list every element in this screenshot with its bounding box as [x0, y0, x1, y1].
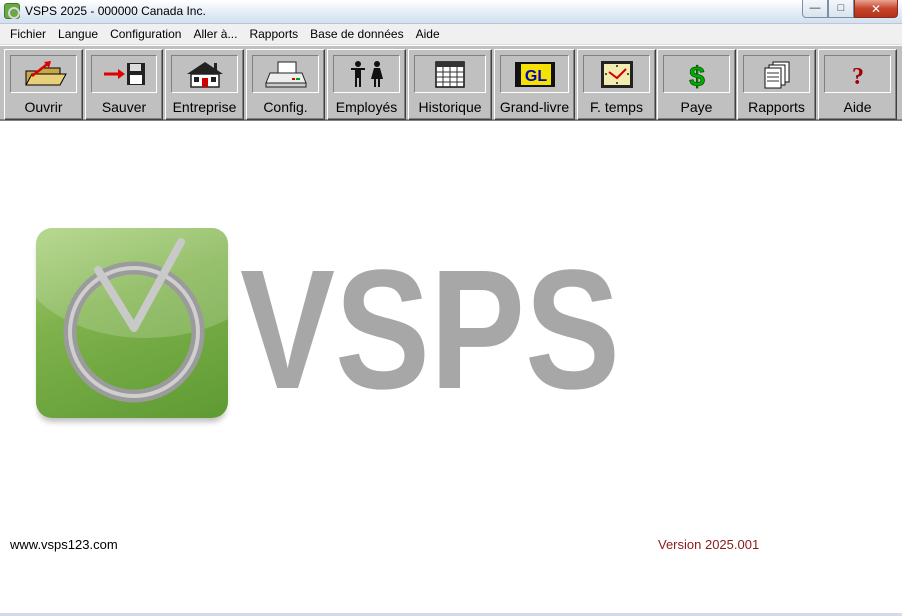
website-link[interactable]: www.vsps123.com [10, 537, 118, 552]
f-temps-button[interactable]: F. temps [577, 49, 656, 120]
vsps-word: VSPS [240, 238, 620, 408]
printer-icon [264, 61, 307, 88]
calendar-icon [435, 61, 465, 88]
historique-label: Historique [418, 99, 482, 115]
title-bar[interactable]: VSPS 2025 - 000000 Canada Inc. — □ ✕ [0, 0, 902, 24]
menu-fichier[interactable]: Fichier [4, 27, 52, 41]
menu-configuration[interactable]: Configuration [104, 27, 187, 41]
entreprise-label: Entreprise [172, 99, 237, 115]
house-icon [186, 62, 223, 88]
menu-aide[interactable]: Aide [410, 27, 446, 41]
entreprise-button[interactable]: Entreprise [165, 49, 244, 120]
paye-label: Paye [680, 99, 713, 115]
rapports-label: Rapports [748, 99, 805, 115]
dollar-icon: $ [688, 61, 705, 89]
toolbar: Ouvrir Sauver Entreprise Config. Employé… [0, 45, 902, 121]
menu-base-de-donnees[interactable]: Base de données [304, 27, 409, 41]
config-label: Config. [263, 99, 308, 115]
close-button[interactable]: ✕ [854, 0, 898, 18]
ouvrir-button[interactable]: Ouvrir [4, 49, 83, 120]
menu-rapports[interactable]: Rapports [243, 27, 304, 41]
menu-aller-a[interactable]: Aller à... [187, 27, 243, 41]
config-button[interactable]: Config. [246, 49, 325, 120]
clock-icon [600, 61, 633, 88]
window-title: VSPS 2025 - 000000 Canada Inc. [25, 4, 206, 18]
employes-button[interactable]: Employés [327, 49, 406, 120]
f-temps-label: F. temps [590, 99, 643, 115]
ouvrir-label: Ouvrir [24, 99, 63, 115]
help-text: ? [852, 64, 864, 89]
reports-icon [764, 61, 789, 89]
grand-livre-label: Grand-livre [499, 99, 570, 115]
historique-button[interactable]: Historique [408, 49, 492, 120]
window-controls: — □ ✕ [802, 0, 898, 18]
sauver-button[interactable]: Sauver [85, 49, 163, 120]
open-folder-icon [24, 61, 67, 86]
gl-text: GL [524, 68, 546, 85]
sauver-label: Sauver [101, 99, 147, 115]
minimize-button[interactable]: — [802, 0, 828, 18]
grand-livre-button[interactable]: GL Grand-livre [494, 49, 575, 120]
version-label: Version 2025.001 [658, 537, 760, 552]
rapports-button[interactable]: Rapports [737, 49, 816, 120]
help-icon: ? [852, 64, 864, 89]
employes-label: Employés [335, 99, 398, 115]
aide-button[interactable]: ? Aide [818, 49, 897, 120]
people-icon [350, 61, 383, 87]
paye-button[interactable]: $ Paye [657, 49, 736, 120]
aide-label: Aide [843, 99, 872, 115]
checkmark-clock-icon [63, 238, 205, 403]
dollar-text: $ [689, 61, 705, 89]
app-icon[interactable] [4, 3, 20, 19]
general-ledger-icon: GL [514, 62, 555, 87]
menu-langue[interactable]: Langue [52, 27, 104, 41]
maximize-button[interactable]: □ [828, 0, 854, 18]
save-disk-icon [104, 63, 145, 85]
vsps-wordmark: VSPS [240, 238, 620, 408]
menu-bar: Fichier Langue Configuration Aller à... … [0, 24, 902, 45]
vsps-logo-icon [36, 228, 228, 418]
